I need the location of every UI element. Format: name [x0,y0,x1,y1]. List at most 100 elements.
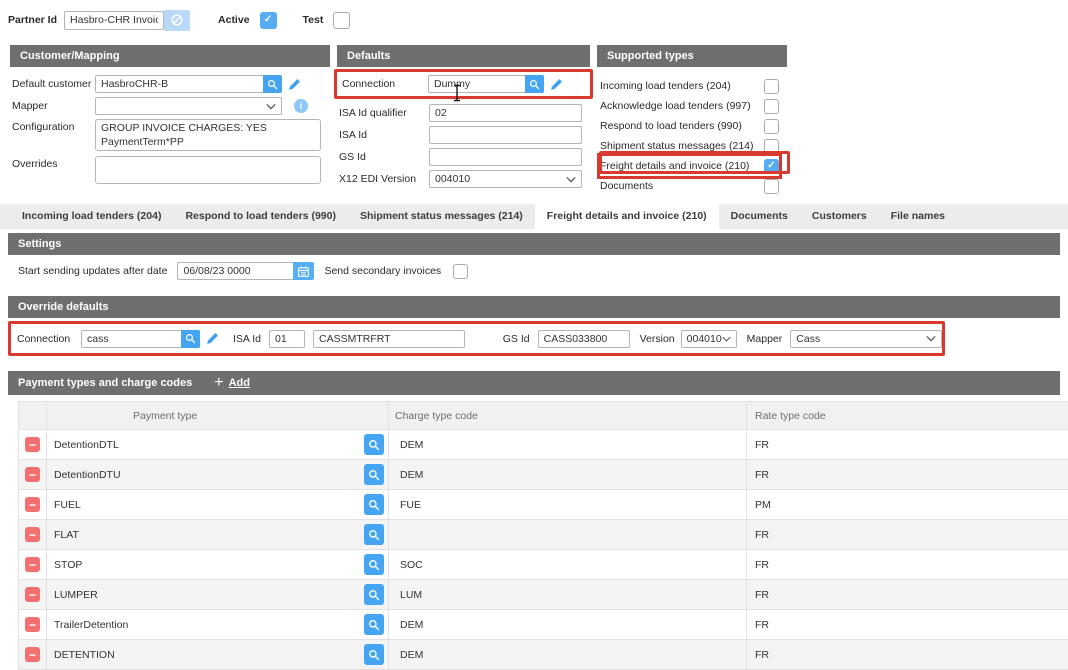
mapper-select[interactable] [95,97,282,115]
test-checkbox[interactable] [333,12,350,29]
tab-label: Documents [731,210,788,222]
supported-types-panel: Supported types Incoming load tenders (2… [597,45,787,196]
supported-type-checkbox[interactable] [764,179,779,194]
supported-type-checkbox[interactable] [764,119,779,134]
gs-id-input[interactable] [429,148,582,166]
override-connection-input[interactable] [81,330,181,348]
supported-type-checkbox[interactable] [764,99,779,114]
remove-row-button[interactable]: − [25,467,40,482]
search-icon [368,469,380,481]
remove-row-button[interactable]: − [25,527,40,542]
edi-partner-config-page: Partner Id Active Test Customer/Mapping … [0,0,1068,670]
payment-type-search-button[interactable] [364,644,384,665]
partner-lookup-button[interactable] [164,10,190,31]
remove-row-button[interactable]: − [25,647,40,662]
add-payment-type-button[interactable]: + Add [214,371,250,395]
start-date-input[interactable] [177,262,293,280]
rate-type-code-cell: FR [747,460,1068,489]
override-connection-search-button[interactable] [181,330,200,348]
supported-type-label: Incoming load tenders (204) [600,80,731,92]
tab[interactable]: Customers [800,204,879,229]
payment-type-value: FLAT [54,529,364,541]
remove-row-button[interactable]: − [25,437,40,452]
partner-id-input[interactable] [64,11,164,30]
override-mapper-select[interactable]: Cass [790,330,942,348]
supported-type-checkbox[interactable] [764,79,779,94]
supported-type-row: Documents [600,176,779,196]
payment-type-value: DetentionDTL [54,439,364,451]
tab[interactable]: Incoming load tenders (204) [10,204,173,229]
override-connection-edit-button[interactable] [206,332,219,345]
override-isa-id-input[interactable] [313,330,465,348]
remove-row-button[interactable]: − [25,497,40,512]
search-icon [185,333,196,344]
tab[interactable]: File names [879,204,957,229]
row-actions-cell: − [19,520,47,549]
supported-types-header: Supported types [597,45,787,67]
tab[interactable]: Freight details and invoice (210) [535,204,719,229]
search-icon [368,649,380,661]
partner-id-label: Partner Id [8,14,57,26]
override-version-value: 004010 [687,333,722,345]
tab[interactable]: Documents [719,204,800,229]
isa-id-qualifier-input[interactable] [429,104,582,122]
override-connection-label: Connection [17,333,73,345]
override-gs-id-input[interactable] [538,330,630,348]
payment-type-search-button[interactable] [364,434,384,455]
row-actions-cell: − [19,610,47,639]
payment-type-search-button[interactable] [364,464,384,485]
remove-row-button[interactable]: − [25,587,40,602]
calendar-icon [297,265,310,278]
start-date-label: Start sending updates after date [18,265,167,277]
tab[interactable]: Respond to load tenders (990) [173,204,348,229]
configuration-textarea[interactable]: GROUP INVOICE CHARGES: YES PaymentTerm*P… [95,119,321,151]
charge-type-code-cell: SOC [389,550,747,579]
payment-type-search-button[interactable] [364,584,384,605]
connection-input[interactable] [428,75,525,93]
payment-type-search-button[interactable] [364,494,384,515]
supported-type-checkbox[interactable] [764,139,779,154]
supported-type-label: Acknowledge load tenders (997) [600,100,751,112]
add-label: Add [229,371,250,395]
payment-type-search-button[interactable] [364,614,384,635]
payment-type-search-button[interactable] [364,524,384,545]
active-checkbox[interactable] [260,12,277,29]
default-customer-search-button[interactable] [263,75,282,93]
secondary-invoices-checkbox[interactable] [453,264,468,279]
info-icon[interactable]: i [294,99,308,113]
override-isa-id-label: ISA Id [233,333,261,345]
x12-edi-version-select[interactable]: 004010 [429,170,582,188]
override-version-label: Version [640,333,675,345]
plus-icon: + [214,375,223,391]
default-customer-input[interactable] [95,75,263,93]
remove-row-button[interactable]: − [25,557,40,572]
charge-type-code-cell [389,520,747,549]
payment-type-cell: DETENTION [47,640,389,669]
connection-edit-button[interactable] [550,78,563,91]
payment-table-row: − STOP SOC FR [19,550,1068,580]
override-version-select[interactable]: 004010 [681,330,737,348]
configuration-label: Configuration [12,119,95,133]
connection-search-button[interactable] [525,75,544,93]
payment-type-search-button[interactable] [364,554,384,575]
override-gs-id-label: GS Id [503,333,530,345]
connection-label: Connection [342,78,428,90]
active-label: Active [218,14,250,26]
charge-type-code-cell: DEM [389,430,747,459]
default-customer-edit-button[interactable] [288,78,301,91]
override-isa-qualifier-input[interactable] [269,330,305,348]
calendar-button[interactable] [293,262,314,280]
x12-edi-version-value: 004010 [435,173,470,185]
tab-bar: Incoming load tenders (204) Respond to l… [0,204,1068,229]
supported-type-checkbox[interactable] [764,159,779,174]
overrides-textarea[interactable] [95,156,321,184]
connection-row-highlight: Connection [334,69,593,99]
isa-id-input[interactable] [429,126,582,144]
supported-type-row: Acknowledge load tenders (997) [600,96,779,116]
tab[interactable]: Shipment status messages (214) [348,204,535,229]
payment-type-value: FUEL [54,499,364,511]
remove-row-button[interactable]: − [25,617,40,632]
charge-type-code-cell: DEM [389,640,747,669]
payment-type-cell: DetentionDTL [47,430,389,459]
header-actions-cell [19,402,47,429]
